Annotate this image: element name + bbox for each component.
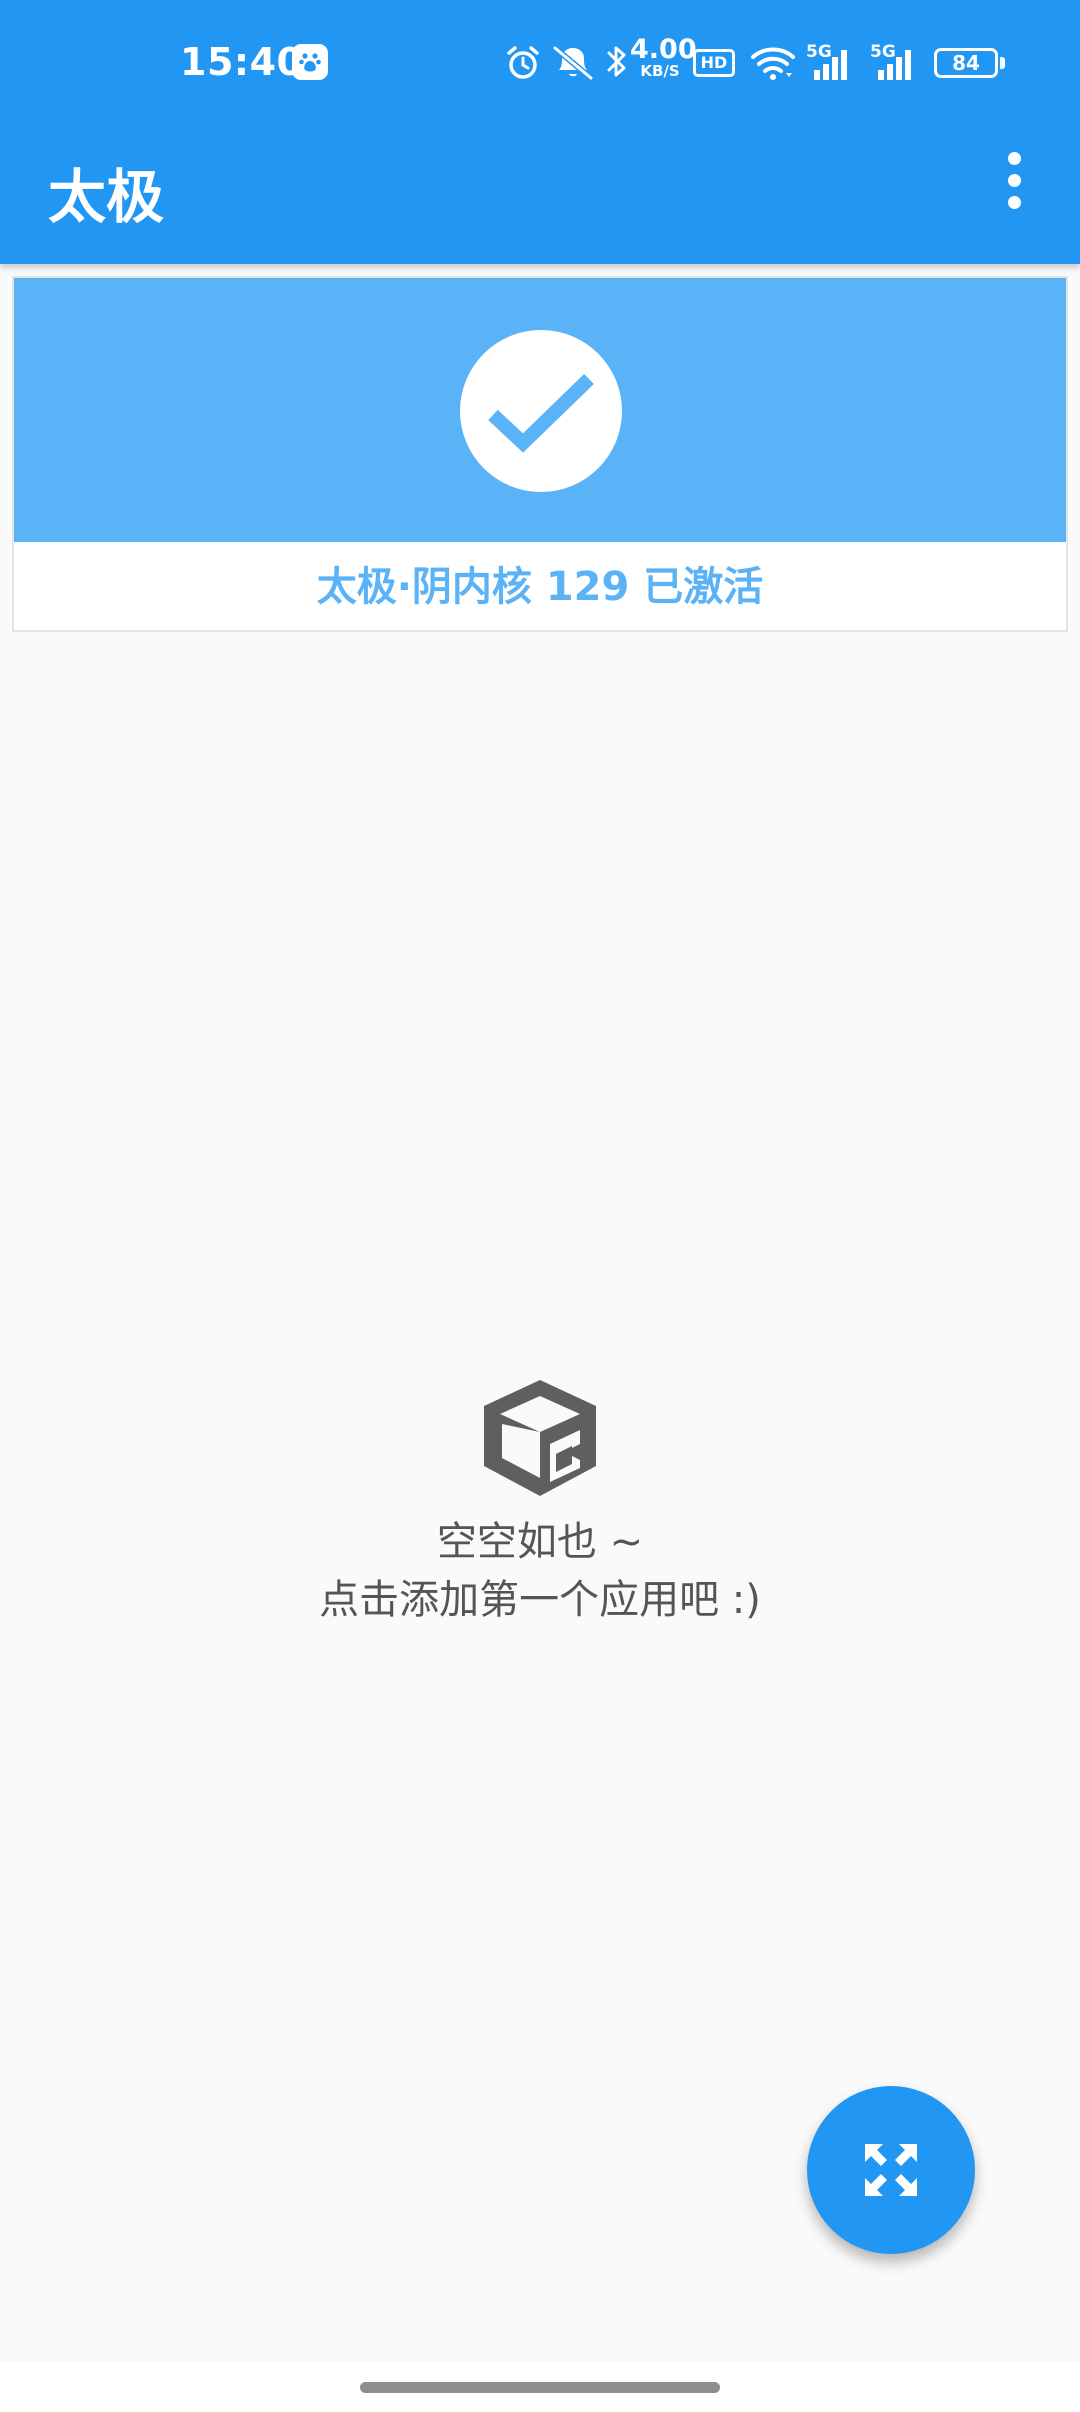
menu-dot — [1007, 173, 1021, 187]
menu-dot — [1007, 195, 1021, 209]
expand-icon — [865, 2144, 917, 2196]
alarm-icon — [507, 46, 539, 79]
check-icon — [460, 330, 622, 492]
box-icon — [484, 1380, 596, 1496]
battery-tip — [1000, 57, 1005, 69]
hd-icon: HD — [693, 49, 735, 77]
add-app-fab[interactable] — [807, 2086, 975, 2254]
home-indicator[interactable] — [360, 2382, 720, 2393]
signal-icon — [878, 50, 911, 80]
baidu-icon — [292, 44, 328, 80]
navigation-bar — [0, 2362, 1080, 2412]
status-time: 15:40 — [180, 40, 304, 84]
mute-icon — [553, 45, 593, 81]
bluetooth-icon — [607, 46, 626, 77]
activation-status-text: 太极·阴内核 129 已激活 — [316, 564, 764, 610]
empty-hint: 点击添加第一个应用吧 :) — [319, 1577, 761, 1623]
signal-icon — [814, 50, 847, 80]
menu-dot — [1007, 151, 1021, 165]
status-icons: 4.00 KB/S HD 5G 5G 84 — [480, 36, 1010, 92]
status-bar: 15:40 4.00 KB/S HD 5G 5G 84 — [0, 0, 1080, 126]
activation-card[interactable]: 太极·阴内核 129 已激活 — [12, 276, 1068, 632]
top-app-bar: 15:40 4.00 KB/S HD 5G 5G 84 太极 — [0, 0, 1080, 264]
activation-banner — [14, 278, 1066, 542]
empty-title: 空空如也 ~ — [436, 1519, 644, 1565]
empty-state: 空空如也 ~ 点击添加第一个应用吧 :) — [0, 1374, 1080, 1630]
app-title: 太极 — [48, 163, 165, 231]
more-vert-icon[interactable] — [984, 142, 1044, 218]
wifi-icon — [751, 47, 795, 80]
network-speed: 4.00 KB/S — [630, 34, 697, 80]
battery-icon: 84 — [934, 48, 998, 78]
